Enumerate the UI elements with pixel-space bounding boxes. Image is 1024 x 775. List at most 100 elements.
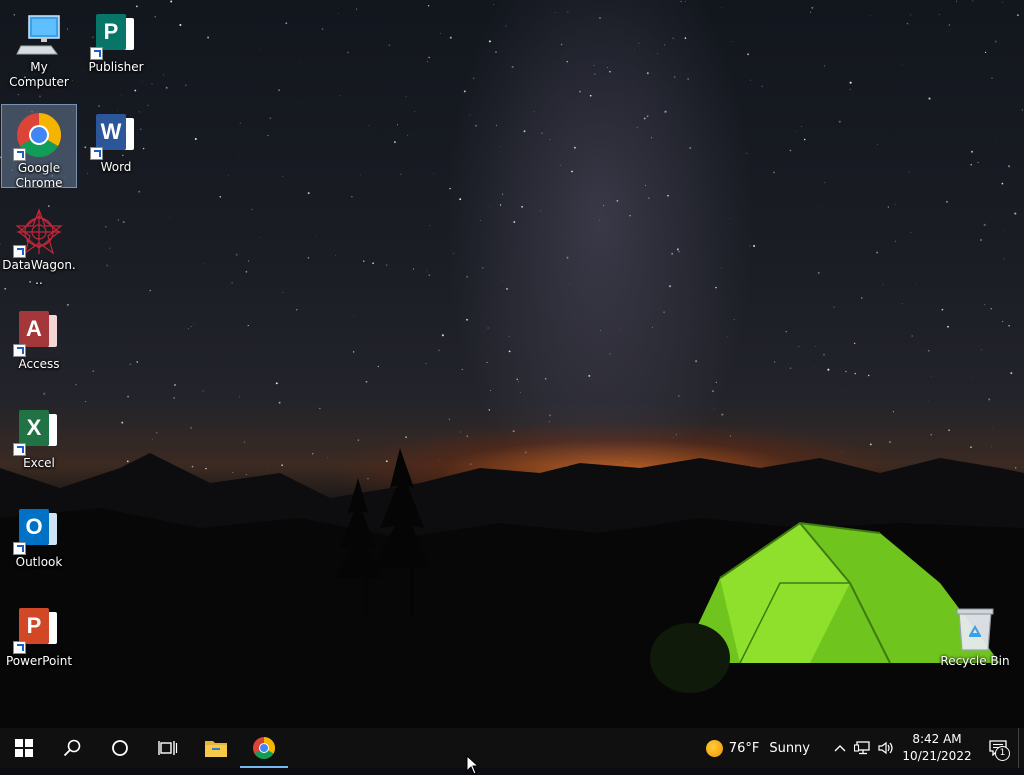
star [883,284,884,285]
star [972,0,973,1]
desktop-icon-label: Outlook [1,555,77,570]
star [988,398,990,400]
star [721,268,722,269]
star [219,196,221,198]
star [43,393,45,395]
star [588,375,590,377]
star [121,95,122,96]
search-button[interactable] [48,728,96,768]
star [487,327,488,328]
star [746,153,747,154]
star [438,350,440,352]
star [240,123,241,124]
star [123,221,125,223]
desktop-icon-excel[interactable]: XExcel [1,400,77,484]
star [502,280,503,281]
star [195,138,197,140]
star [267,135,268,136]
star [475,125,477,127]
star [386,264,387,265]
star [663,311,665,313]
star [228,175,229,176]
desktop-icon-access[interactable]: AAccess [1,301,77,385]
star [825,182,826,183]
shortcut-arrow-icon [13,245,26,258]
powerpoint-icon: P [15,604,63,652]
star [105,226,107,228]
taskbar: 76°F Sunny 8:42 AM 10/21/202 [0,728,1024,768]
star [406,96,407,97]
weather-widget[interactable]: 76°F Sunny [706,740,810,757]
star [845,371,846,372]
chrome-taskbar-button[interactable] [240,728,288,768]
star [928,98,930,100]
mountain-silhouette [0,428,1024,728]
taskbar-clock[interactable]: 8:42 AM 10/21/2022 [904,731,970,765]
desktop-icon-chrome[interactable]: Google Chrome [1,104,77,188]
star [854,343,856,345]
weather-condition: Sunny [769,741,810,756]
desktop-icon-computer[interactable]: My Computer [1,4,77,88]
show-hidden-icons-button[interactable] [830,744,850,752]
desktop-icon-publisher[interactable]: PPublisher [78,4,154,88]
star [674,76,676,78]
desktop-icon-label: Google Chrome [1,161,77,191]
desktop-icon-word[interactable]: W Word [78,104,154,188]
volume-button[interactable] [874,741,898,755]
desktop-icon-recycle-bin[interactable]: Recycle Bin [937,598,1013,682]
star [716,382,717,383]
star [590,95,592,97]
star [727,337,728,338]
star [991,77,992,78]
desktop-icon-label: Word [78,160,154,175]
star [652,327,653,328]
star [715,287,716,288]
star [579,91,581,93]
desktop-icon-datawagon[interactable]: DataWagon... [1,202,77,286]
star [811,7,813,9]
star [427,61,428,62]
start-button[interactable] [0,728,48,768]
notification-center-button[interactable]: 1 [978,728,1018,768]
desktop-icon-label: Publisher [78,60,154,75]
star [634,49,635,50]
star [1008,165,1010,167]
star [506,288,508,290]
star [541,133,542,134]
star [991,308,992,309]
star [753,245,755,247]
star [534,112,535,113]
star [827,369,829,371]
star [750,246,751,247]
star [549,414,551,416]
star [971,151,973,153]
star [561,44,563,46]
star [664,111,666,113]
star [394,141,396,143]
star [824,65,825,66]
star [85,401,86,402]
word-icon: W [92,110,140,158]
show-desktop-button[interactable] [1018,728,1024,768]
star [252,209,253,210]
file-explorer-button[interactable] [192,728,240,768]
star [973,378,974,379]
star [254,241,255,242]
star [895,241,896,242]
star [335,255,336,256]
desktop-icon-outlook[interactable]: OOutlook [1,499,77,583]
desktop-icon-powerpoint[interactable]: PPowerPoint [1,598,77,682]
star [308,257,310,259]
star [179,24,181,26]
cortana-button[interactable] [96,728,144,768]
star [1008,325,1010,327]
task-view-button[interactable] [144,728,192,768]
star [340,95,341,96]
star [260,49,261,50]
star [442,334,444,336]
star [790,150,791,151]
star [895,204,896,205]
star [489,409,490,410]
star [248,260,249,261]
network-button[interactable] [850,741,874,755]
